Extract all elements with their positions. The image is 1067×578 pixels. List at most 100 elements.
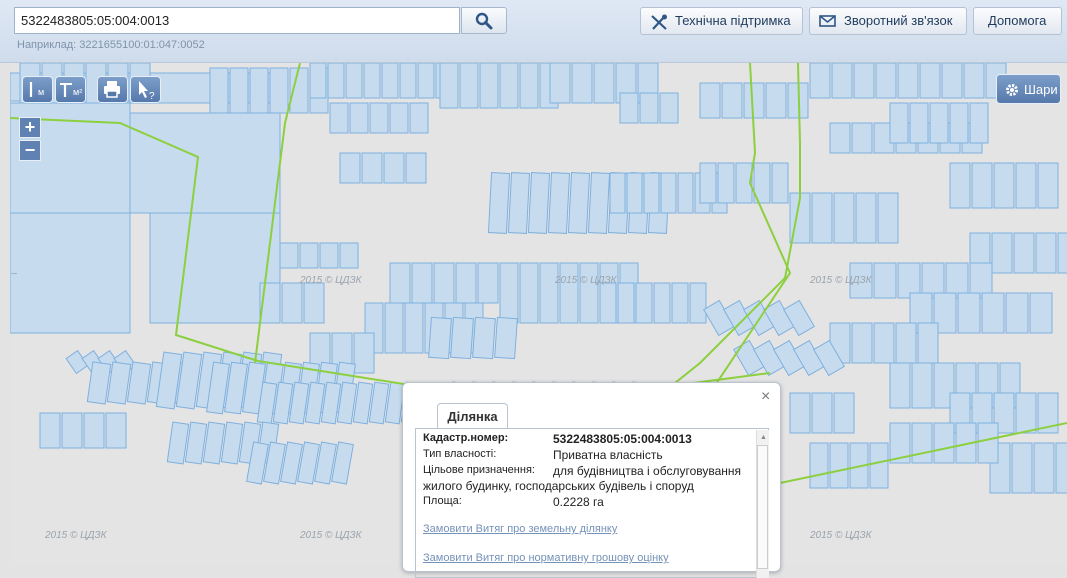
parcel[interactable] — [635, 282, 653, 324]
parcel[interactable] — [499, 63, 519, 109]
parcel[interactable] — [699, 162, 717, 204]
parcel[interactable] — [455, 262, 477, 304]
parcel[interactable] — [404, 302, 424, 354]
parcel[interactable] — [653, 282, 671, 324]
parcel[interactable] — [909, 102, 929, 144]
parcel[interactable] — [833, 192, 855, 244]
parcel[interactable] — [269, 67, 289, 114]
parcel[interactable] — [869, 442, 889, 489]
parcel[interactable] — [279, 242, 299, 269]
print-button[interactable] — [97, 76, 128, 103]
parcel[interactable] — [911, 362, 933, 409]
parcel[interactable] — [83, 412, 105, 449]
parcel[interactable] — [459, 63, 479, 109]
parcel[interactable] — [499, 262, 519, 324]
parcel[interactable] — [743, 82, 765, 119]
parcel[interactable] — [303, 282, 325, 324]
parcel[interactable] — [671, 282, 689, 324]
parcel[interactable] — [875, 63, 897, 99]
parcel[interactable] — [659, 92, 679, 124]
parcel[interactable] — [809, 442, 829, 489]
parcel[interactable] — [339, 242, 359, 269]
cadastral-search-input[interactable]: 5322483805:05:004:0013 — [14, 7, 460, 34]
parcel[interactable] — [929, 102, 949, 144]
parcel[interactable] — [619, 92, 639, 124]
parcel[interactable] — [969, 102, 989, 144]
parcel[interactable] — [919, 63, 941, 99]
parcel[interactable] — [567, 172, 591, 234]
parcel[interactable] — [411, 262, 433, 304]
parcel[interactable] — [329, 102, 349, 134]
parcel[interactable] — [949, 102, 969, 144]
parcel[interactable] — [617, 282, 635, 324]
parcel[interactable] — [873, 322, 895, 364]
parcel[interactable] — [721, 82, 743, 119]
parcel[interactable] — [933, 422, 955, 464]
parcel[interactable] — [339, 152, 361, 184]
parcel[interactable] — [1005, 292, 1029, 334]
parcel[interactable] — [361, 152, 383, 184]
parcel[interactable] — [249, 67, 269, 114]
parcel[interactable] — [1055, 442, 1067, 494]
parcel[interactable] — [363, 63, 381, 99]
parcel[interactable] — [811, 192, 833, 244]
parcel[interactable] — [549, 63, 571, 104]
parcel[interactable] — [717, 162, 735, 204]
parcel[interactable] — [895, 322, 917, 364]
parcel[interactable] — [389, 102, 409, 134]
zoom-out-button[interactable]: − — [19, 140, 41, 161]
parcel[interactable] — [105, 412, 127, 449]
parcel[interactable] — [877, 192, 899, 244]
feedback-button[interactable]: Зворотний зв'язок — [809, 7, 967, 35]
parcel[interactable] — [571, 63, 593, 104]
parcel[interactable] — [851, 322, 873, 364]
parcel[interactable] — [949, 162, 971, 209]
parcel[interactable] — [993, 162, 1015, 209]
order-parcel-extract-link[interactable]: Замовити Витяг про земельну ділянку — [423, 523, 617, 535]
parcel[interactable] — [1029, 292, 1053, 334]
parcel[interactable] — [1037, 162, 1059, 209]
parcel[interactable] — [873, 262, 897, 299]
measure-area-button[interactable]: м² — [55, 76, 86, 103]
parcel[interactable] — [353, 332, 375, 374]
parcel[interactable] — [327, 63, 345, 99]
parcel[interactable] — [1057, 232, 1067, 274]
parcel[interactable] — [61, 412, 83, 449]
parcel[interactable] — [389, 262, 411, 304]
parcel[interactable] — [971, 162, 993, 209]
parcel[interactable] — [384, 302, 404, 354]
parcel[interactable] — [587, 172, 611, 234]
parcel[interactable] — [229, 67, 249, 114]
parcel[interactable] — [609, 172, 626, 214]
parcel[interactable] — [539, 262, 559, 324]
parcel[interactable] — [851, 122, 873, 154]
parcel[interactable] — [417, 63, 435, 99]
parcel[interactable] — [472, 316, 496, 360]
parcel[interactable] — [369, 102, 389, 134]
parcel[interactable] — [829, 442, 849, 489]
parcel[interactable] — [765, 82, 787, 119]
parcel[interactable] — [39, 412, 61, 449]
parcel[interactable] — [957, 292, 981, 334]
parcel[interactable] — [559, 262, 579, 324]
parcel[interactable] — [599, 282, 617, 324]
parcel[interactable] — [963, 63, 985, 99]
parcel[interactable] — [643, 172, 660, 214]
parcel[interactable] — [889, 102, 909, 144]
parcel[interactable] — [626, 172, 643, 214]
identify-button[interactable]: ? — [130, 76, 161, 103]
parcel[interactable] — [527, 172, 551, 234]
parcel[interactable] — [428, 316, 452, 360]
layers-button[interactable]: Шари — [996, 74, 1061, 104]
parcel[interactable] — [991, 232, 1013, 274]
parcel[interactable] — [1033, 442, 1055, 494]
parcel[interactable] — [507, 172, 531, 234]
parcel[interactable] — [809, 63, 831, 99]
parcel[interactable] — [405, 152, 427, 184]
parcel[interactable] — [1011, 442, 1033, 494]
tab-parcel[interactable]: Ділянка — [437, 403, 508, 429]
parcel[interactable] — [579, 262, 599, 324]
parcel[interactable] — [519, 63, 539, 109]
parcel[interactable] — [917, 322, 939, 364]
parcel[interactable] — [639, 92, 659, 124]
